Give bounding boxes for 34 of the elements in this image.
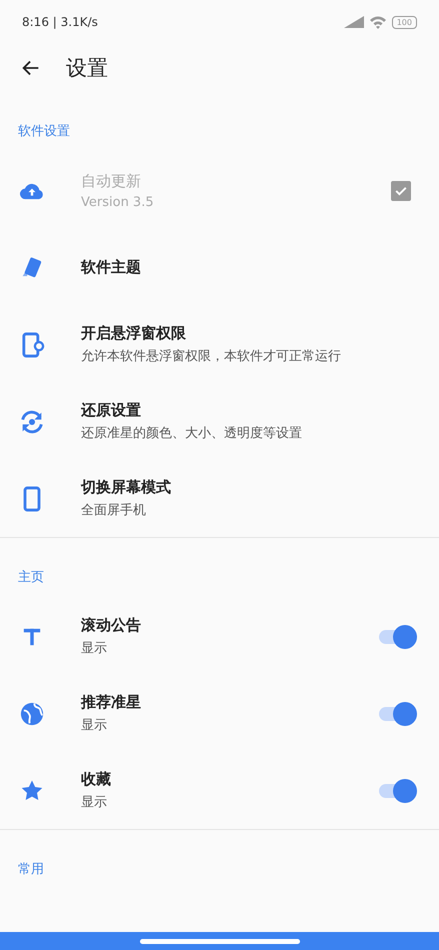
home-indicator[interactable] — [140, 938, 300, 944]
toggle-switch[interactable] — [379, 702, 417, 726]
page-title: 设置 — [66, 55, 108, 82]
setting-title: 还原设置 — [81, 401, 142, 420]
toggle-switch[interactable] — [379, 778, 417, 802]
toggle-switch[interactable] — [379, 624, 417, 648]
wifi-icon — [370, 16, 386, 28]
settings-row[interactable]: 滚动公告 显示 — [0, 598, 439, 675]
settings-row[interactable]: 收藏 显示 — [0, 752, 439, 829]
settings-row[interactable]: 开启悬浮窗权限 允许本软件悬浮窗权限，本软件才可正常运行 — [0, 306, 439, 383]
setting-subtitle: 允许本软件悬浮窗权限，本软件才可正常运行 — [81, 348, 342, 365]
settings-row[interactable]: 还原设置 还原准星的颜色、大小、透明度等设置 — [0, 383, 439, 460]
setting-subtitle: 显示 — [81, 717, 108, 734]
setting-title: 切换屏幕模式 — [81, 478, 172, 497]
setting-title: 收藏 — [81, 770, 112, 789]
setting-title: 滚动公告 — [81, 616, 142, 635]
setting-subtitle: Version 3.5 — [81, 194, 155, 210]
setting-title: 自动更新 — [81, 172, 142, 190]
setting-title: 开启悬浮窗权限 — [81, 324, 187, 343]
section-header: 软件设置 — [17, 123, 71, 141]
settings-row[interactable]: 软件主题 — [0, 229, 439, 306]
section-header: 主页 — [17, 569, 45, 587]
battery-icon: 100 — [392, 16, 417, 28]
setting-subtitle: 显示 — [81, 640, 108, 657]
setting-subtitle: 显示 — [81, 794, 108, 811]
setting-subtitle: 还原准星的颜色、大小、透明度等设置 — [81, 425, 303, 442]
section-header: 常用 — [17, 861, 45, 879]
status-time: 8:16 | 3.1K/s — [22, 15, 99, 29]
setting-title: 推荐准星 — [81, 693, 142, 712]
setting-subtitle: 全面屏手机 — [81, 502, 147, 519]
setting-title: 软件主题 — [81, 258, 142, 277]
signal-icon — [344, 16, 364, 28]
settings-row[interactable]: 推荐准星 显示 — [0, 675, 439, 752]
settings-row[interactable]: 切换屏幕模式 全面屏手机 — [0, 460, 439, 537]
